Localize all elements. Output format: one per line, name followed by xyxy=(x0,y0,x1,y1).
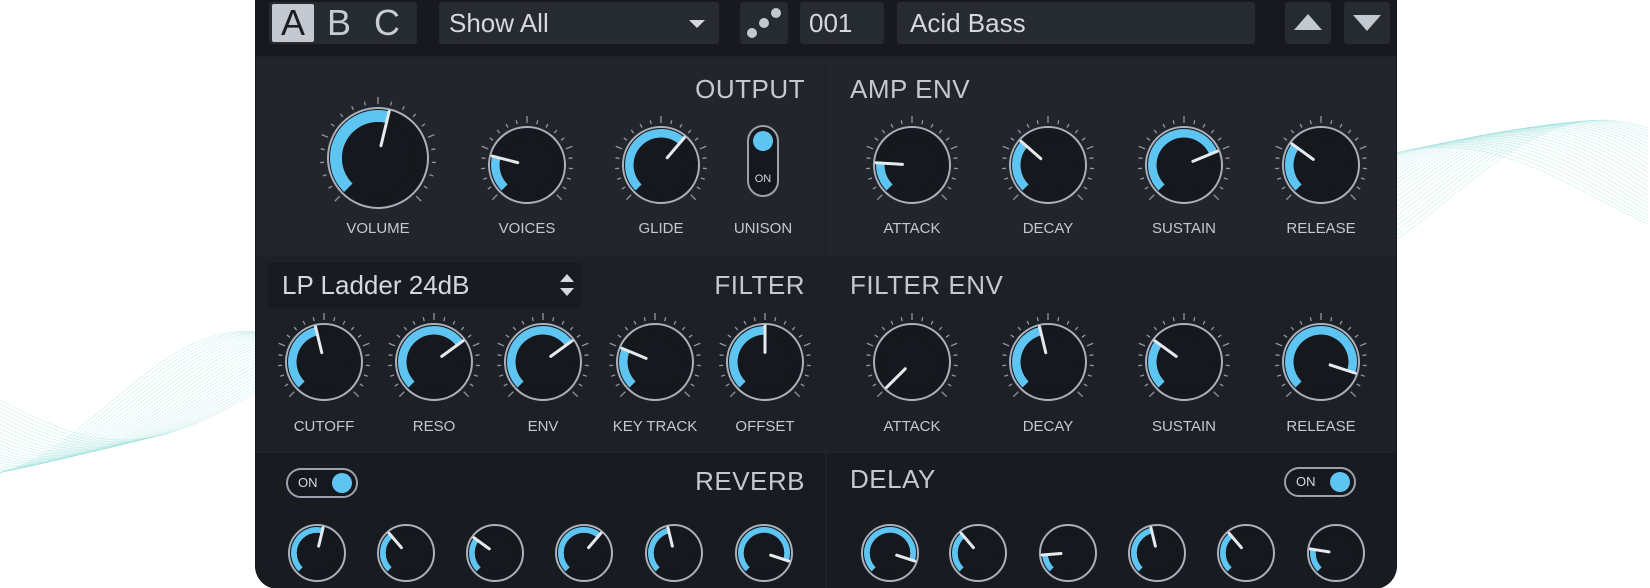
delay-knob-1[interactable] xyxy=(848,511,932,588)
reverb-knob-3[interactable] xyxy=(453,511,537,588)
filter-env-title: FILTER ENV xyxy=(850,270,1004,300)
reverb-knob-1[interactable] xyxy=(275,511,359,588)
filter-reso-label: RESO xyxy=(412,418,456,435)
delay-knob-6[interactable] xyxy=(1294,511,1378,588)
glide-label: GLIDE xyxy=(638,220,684,237)
previous-preset-button[interactable] xyxy=(1285,2,1331,44)
triangle-up-icon xyxy=(1294,14,1322,30)
chevron-up-icon xyxy=(560,274,574,282)
slot-c-button[interactable]: C xyxy=(366,4,408,42)
amp-env-release-knob[interactable] xyxy=(1269,113,1373,217)
filter-type-select[interactable]: LP Ladder 24dB xyxy=(268,262,582,308)
amp-env-sustain-label: SUSTAIN xyxy=(1152,220,1216,237)
filter-env-release-label: RELEASE xyxy=(1286,418,1356,435)
chevron-down-icon xyxy=(560,288,574,296)
reverb-knob-4[interactable] xyxy=(542,511,626,588)
amp-env-release-label: RELEASE xyxy=(1286,220,1356,237)
filter-key-track-knob[interactable] xyxy=(603,310,707,414)
reverb-knob-5[interactable] xyxy=(632,511,716,588)
slot-a-button[interactable]: A xyxy=(272,4,314,42)
unison-toggle-label: ON xyxy=(754,173,772,185)
voices-knob[interactable] xyxy=(475,113,579,217)
preset-name[interactable]: Acid Bass xyxy=(897,2,1255,44)
preset-number[interactable]: 001 xyxy=(800,2,884,44)
reverb-knob-2[interactable] xyxy=(364,511,448,588)
unison-label: UNISON xyxy=(733,220,793,237)
randomize-button[interactable] xyxy=(740,2,788,44)
amp-env-attack-label: ATTACK xyxy=(883,220,941,237)
slot-selector: A B C xyxy=(269,2,417,44)
filter-title: FILTER xyxy=(714,270,805,300)
filter-env-attack-label: ATTACK xyxy=(883,418,941,435)
filter-env-attack-knob[interactable] xyxy=(860,310,964,414)
filter-env-decay-knob[interactable] xyxy=(996,310,1100,414)
synth-plugin-window: A B C Show All 001 Acid Bass OUTPUT AMP … xyxy=(256,0,1396,588)
filter-env-decay-label: DECAY xyxy=(1022,418,1074,435)
filter-offset-knob[interactable] xyxy=(713,310,817,414)
amp-env-sustain-knob[interactable] xyxy=(1132,113,1236,217)
delay-knob-4[interactable] xyxy=(1115,511,1199,588)
reverb-toggle-label: ON xyxy=(298,475,318,490)
amp-env-attack-knob[interactable] xyxy=(860,113,964,217)
filter-offset-label: OFFSET xyxy=(735,418,795,435)
delay-title: DELAY xyxy=(850,464,936,494)
delay-toggle-label: ON xyxy=(1296,474,1316,489)
delay-knob-2[interactable] xyxy=(936,511,1020,588)
filter-cutoff-label: CUTOFF xyxy=(293,418,355,435)
filter-env-sustain-knob[interactable] xyxy=(1132,310,1236,414)
amp-env-decay-knob[interactable] xyxy=(996,113,1100,217)
delay-knob-3[interactable] xyxy=(1026,511,1110,588)
reverb-knob-6[interactable] xyxy=(722,511,806,588)
filter-env-sustain-label: SUSTAIN xyxy=(1152,418,1216,435)
volume-label: VOLUME xyxy=(346,220,410,237)
delay-knob-5[interactable] xyxy=(1204,511,1288,588)
filter-cutoff-knob[interactable] xyxy=(272,310,376,414)
next-preset-button[interactable] xyxy=(1344,2,1390,44)
slot-b-button[interactable]: B xyxy=(318,4,360,42)
toggle-indicator xyxy=(332,473,352,493)
unison-toggle[interactable]: ON xyxy=(747,125,779,197)
filter-reso-knob[interactable] xyxy=(382,310,486,414)
amp-env-decay-label: DECAY xyxy=(1022,220,1074,237)
filter-key-track-label: KEY TRACK xyxy=(612,418,698,435)
delay-toggle[interactable]: ON xyxy=(1284,467,1356,497)
filter-env-label: ENV xyxy=(527,418,559,435)
glide-knob[interactable] xyxy=(609,113,713,217)
volume-knob[interactable] xyxy=(314,94,442,222)
voices-label: VOICES xyxy=(498,220,556,237)
output-title: OUTPUT xyxy=(695,74,805,104)
amp-env-title: AMP ENV xyxy=(850,74,971,104)
top-bar: A B C Show All 001 Acid Bass xyxy=(256,0,1396,56)
toggle-indicator xyxy=(1330,472,1350,492)
filter-type-value: LP Ladder 24dB xyxy=(282,270,470,300)
reverb-toggle[interactable]: ON xyxy=(286,468,358,498)
chevron-down-icon xyxy=(689,20,705,28)
toggle-indicator xyxy=(753,131,773,151)
category-dropdown-value: Show All xyxy=(449,8,549,38)
filter-env-knob[interactable] xyxy=(491,310,595,414)
reverb-title: REVERB xyxy=(695,466,805,496)
filter-env-release-knob[interactable] xyxy=(1269,310,1373,414)
dice-icon xyxy=(747,8,781,38)
triangle-down-icon xyxy=(1353,15,1381,31)
category-dropdown[interactable]: Show All xyxy=(439,2,719,44)
